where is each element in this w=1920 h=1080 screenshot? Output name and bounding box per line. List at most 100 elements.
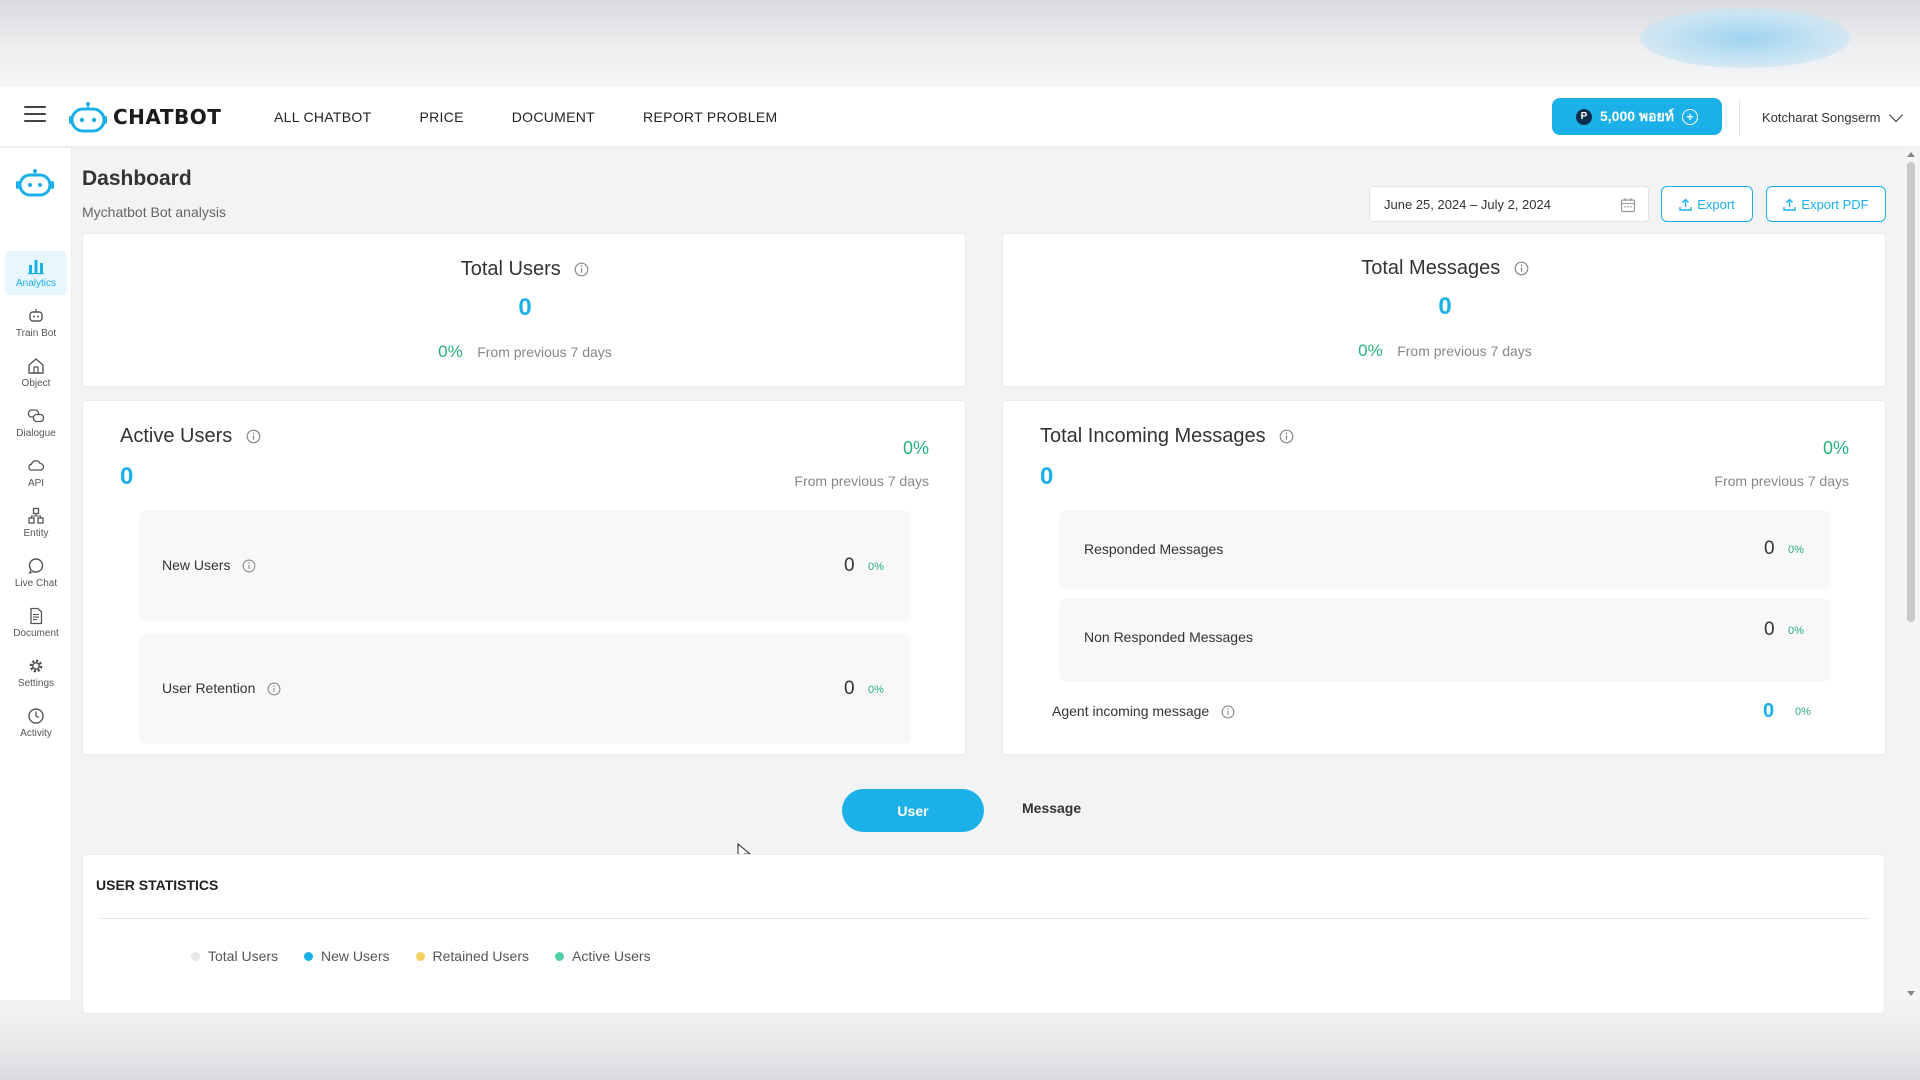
sidebar-item-activity[interactable]: Activity xyxy=(5,701,67,745)
stats-divider xyxy=(101,918,1869,919)
incoming-pct: 0% xyxy=(1822,438,1849,458)
page-scrollbar[interactable] xyxy=(1904,148,1918,1000)
agent-incoming-label-row: Agent incoming message xyxy=(1052,703,1235,719)
points-button[interactable]: P 5,000 พอยท์ + xyxy=(1552,98,1722,135)
new-users-label: New Users xyxy=(162,557,231,573)
info-icon[interactable] xyxy=(1221,705,1235,719)
nav-link-all-chatbot[interactable]: ALL CHATBOT xyxy=(274,109,371,125)
agent-incoming-pct: 0% xyxy=(1795,706,1811,718)
incoming-messages-card: Total Incoming Messages 0 0% From previo… xyxy=(1002,400,1886,755)
nav-link-document[interactable]: DOCUMENT xyxy=(512,109,595,125)
info-icon[interactable] xyxy=(242,559,256,573)
sidebar-item-label: Entity xyxy=(23,528,49,539)
nav-link-report-problem[interactable]: REPORT PROBLEM xyxy=(643,109,777,125)
sidebar-item-label: Document xyxy=(13,628,59,639)
sidebar-item-settings[interactable]: Settings xyxy=(5,651,67,695)
info-icon[interactable] xyxy=(267,682,281,696)
points-label: 5,000 พอยท์ xyxy=(1600,107,1674,124)
legend-dot xyxy=(304,951,314,961)
chat-bubbles-icon xyxy=(27,409,45,423)
user-tab-button[interactable]: User xyxy=(842,789,984,832)
sidebar-item-object[interactable]: Object xyxy=(5,351,67,395)
sidebar-robot-icon xyxy=(16,168,54,203)
cloud-icon xyxy=(28,460,45,471)
active-users-note: From previous 7 days xyxy=(794,473,929,489)
scrollbar-thumb[interactable] xyxy=(1907,162,1915,622)
responded-pct: 0% xyxy=(1788,544,1804,556)
blurred-highlight xyxy=(1640,8,1850,68)
info-icon[interactable] xyxy=(1279,429,1294,444)
date-range-picker[interactable]: June 25, 2024 – July 2, 2024 xyxy=(1369,186,1649,222)
sidebar-item-label: Settings xyxy=(17,678,55,689)
scroll-down-arrow-icon[interactable] xyxy=(1907,991,1915,996)
active-users-card: Active Users 0 0% From previous 7 days N… xyxy=(82,400,966,755)
active-users-pct: 0% xyxy=(902,438,929,458)
user-menu[interactable]: Kotcharat Songserm xyxy=(1762,87,1903,147)
responded-value: 0 xyxy=(1764,538,1775,559)
sidebar-item-label: Live Chat xyxy=(14,578,58,589)
app-logo[interactable]: CHATBOT xyxy=(69,99,221,135)
export-label: Export xyxy=(1697,196,1735,212)
sidebar: Analytics Train Bot Object Dialogue API … xyxy=(0,148,72,1000)
date-range-text: June 25, 2024 – July 2, 2024 xyxy=(1384,196,1551,212)
legend-item-new-users[interactable]: New Users xyxy=(304,948,390,964)
total-users-note: From previous 7 days xyxy=(477,344,612,360)
blurred-top-region xyxy=(0,0,1920,87)
legend-item-active-users[interactable]: Active Users xyxy=(555,948,651,964)
user-retention-label: User Retention xyxy=(162,680,256,696)
new-users-subcard: New Users 0 0% xyxy=(139,511,911,621)
sidebar-item-live-chat[interactable]: Live Chat xyxy=(5,551,67,595)
sidebar-item-label: Object xyxy=(21,378,51,389)
total-messages-card: Total Messages 0 0% From previous 7 days xyxy=(1002,233,1886,387)
info-icon[interactable] xyxy=(574,262,589,277)
sidebar-item-label: Activity xyxy=(20,728,52,739)
incoming-note: From previous 7 days xyxy=(1714,473,1849,489)
agent-incoming-label: Agent incoming message xyxy=(1052,703,1210,719)
sidebar-item-label: Analytics xyxy=(15,278,56,289)
sidebar-item-analytics[interactable]: Analytics xyxy=(5,251,67,295)
active-users-value: 0 xyxy=(120,463,134,490)
export-pdf-button[interactable]: Export PDF xyxy=(1766,186,1886,222)
info-icon[interactable] xyxy=(246,429,261,444)
info-icon[interactable] xyxy=(1514,261,1529,276)
user-retention-label-row: User Retention xyxy=(162,680,281,696)
sidebar-item-label: API xyxy=(27,478,45,489)
legend-label: Retained Users xyxy=(432,948,530,964)
sidebar-item-document[interactable]: Document xyxy=(5,601,67,645)
message-tab-button[interactable]: Message xyxy=(1022,800,1081,816)
sidebar-item-train-bot[interactable]: Train Bot xyxy=(5,301,67,345)
upload-icon xyxy=(1783,198,1797,211)
nav-link-price[interactable]: PRICE xyxy=(419,109,463,125)
calendar-icon xyxy=(1620,198,1636,213)
active-users-title-row: Active Users xyxy=(120,425,261,448)
user-retention-value: 0 xyxy=(844,678,855,699)
clock-icon xyxy=(28,708,44,724)
incoming-title: Total Incoming Messages xyxy=(1040,425,1266,447)
logo-text: CHATBOT xyxy=(113,105,222,129)
incoming-value: 0 xyxy=(1040,463,1054,490)
total-users-title-row: Total Users xyxy=(83,258,967,281)
legend-item-total-users[interactable]: Total Users xyxy=(191,948,278,964)
hamburger-menu-icon[interactable] xyxy=(24,106,46,124)
scroll-up-arrow-icon[interactable] xyxy=(1907,152,1915,157)
sidebar-item-label: Dialogue xyxy=(16,428,56,439)
user-name: Kotcharat Songserm xyxy=(1762,109,1881,125)
total-messages-note: From previous 7 days xyxy=(1397,343,1532,359)
total-messages-title-row: Total Messages xyxy=(1003,257,1887,280)
sidebar-item-dialogue[interactable]: Dialogue xyxy=(5,401,67,445)
robot-icon xyxy=(29,309,43,322)
sidebar-item-entity[interactable]: Entity xyxy=(5,501,67,545)
agent-incoming-value: 0 xyxy=(1763,700,1775,722)
total-users-card: Total Users 0 0% From previous 7 days xyxy=(82,233,966,387)
sidebar-item-api[interactable]: API xyxy=(5,451,67,495)
total-users-pct: 0% xyxy=(438,342,463,361)
legend-item-retained-users[interactable]: Retained Users xyxy=(415,948,530,964)
total-messages-title: Total Messages xyxy=(1361,257,1501,279)
document-icon xyxy=(30,607,43,625)
upload-icon xyxy=(1679,198,1692,211)
sidebar-item-label: Train Bot xyxy=(15,328,57,339)
export-button[interactable]: Export xyxy=(1661,186,1753,222)
new-users-pct: 0% xyxy=(868,561,884,573)
nav-links: ALL CHATBOT PRICE DOCUMENT REPORT PROBLE… xyxy=(274,87,825,147)
non-responded-subcard: Non Responded Messages 0 0% xyxy=(1059,599,1831,681)
